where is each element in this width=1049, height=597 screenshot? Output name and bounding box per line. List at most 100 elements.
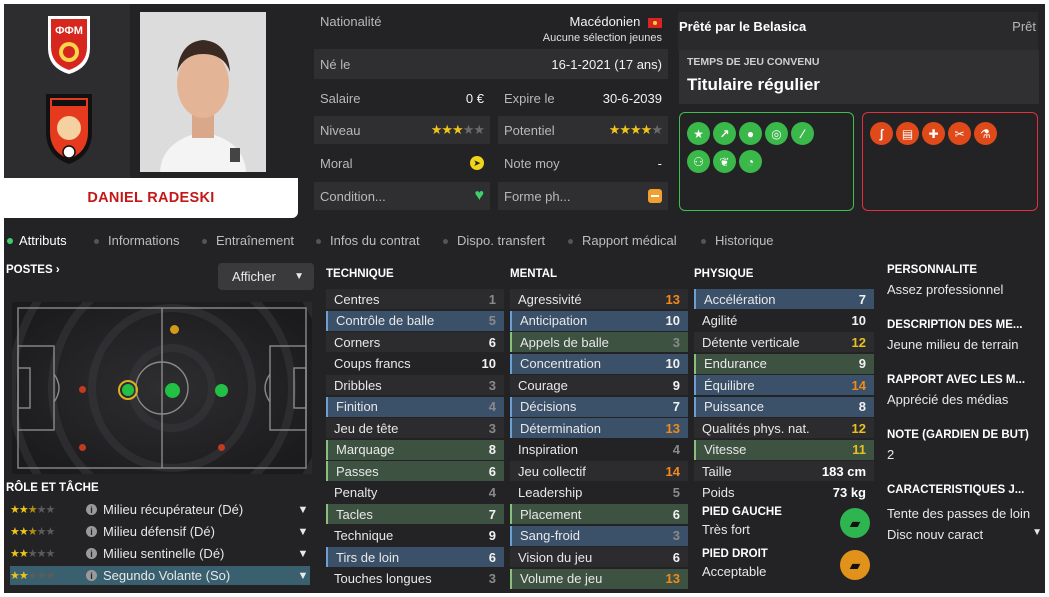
technique-attribute-row[interactable]: Marquage 8 bbox=[326, 439, 504, 460]
role-row[interactable]: ★★★★★ i Milieu récupérateur (Dé) ▼ bbox=[10, 500, 310, 519]
mental-attribute-row[interactable]: Volume de jeu 13 bbox=[510, 568, 688, 589]
leaves-icon[interactable]: ❦ bbox=[713, 150, 736, 173]
mental-attribute-row[interactable]: Détermination 13 bbox=[510, 418, 688, 438]
position-marker-mr[interactable] bbox=[79, 444, 86, 451]
pill-icon[interactable]: ⁄ bbox=[791, 122, 814, 145]
target-icon[interactable]: ◎ bbox=[765, 122, 788, 145]
loan-status: Prêt bbox=[1012, 19, 1036, 34]
mental-attribute-row[interactable]: Appels de balle 3 bbox=[510, 332, 688, 352]
mental-attribute-row[interactable]: Anticipation 10 bbox=[510, 310, 688, 331]
show-button[interactable]: Afficher ▼ bbox=[218, 263, 314, 290]
tab-entrainement[interactable]: Entraînement bbox=[216, 230, 294, 252]
mental-attribute-row[interactable]: Courage 9 bbox=[510, 375, 688, 395]
report-icon[interactable]: ▤ bbox=[896, 122, 919, 145]
mental-attribute-label: Anticipation bbox=[520, 313, 588, 328]
role-row[interactable]: ★★★★★ i Milieu défensif (Dé) ▼ bbox=[10, 522, 310, 541]
tab-contrat[interactable]: Infos du contrat bbox=[330, 230, 420, 252]
mental-attribute-row[interactable]: Inspiration 4 bbox=[510, 440, 688, 460]
technique-attribute-label: Tirs de loin bbox=[336, 549, 400, 565]
technique-attribute-row[interactable]: Finition 4 bbox=[326, 396, 504, 417]
tab-informations[interactable]: Informations bbox=[108, 230, 180, 252]
info-icon[interactable]: i bbox=[86, 570, 97, 581]
position-marker-ml[interactable] bbox=[79, 386, 86, 393]
tab-transfert[interactable]: Dispo. transfert bbox=[457, 230, 545, 252]
technique-attribute-row[interactable]: Coups francs 10 bbox=[326, 354, 504, 374]
technique-attribute-row[interactable]: Technique 9 bbox=[326, 526, 504, 546]
mental-attribute-row[interactable]: Placement 6 bbox=[510, 504, 688, 524]
tab-historique[interactable]: Historique bbox=[715, 230, 774, 252]
physique-attribute-row[interactable]: Puissance 8 bbox=[694, 396, 874, 417]
position-marker-am[interactable] bbox=[170, 325, 179, 334]
technique-attribute-row[interactable]: Tirs de loin 6 bbox=[326, 547, 504, 567]
physique-attribute-row[interactable]: Poids 73 kg bbox=[694, 483, 874, 503]
nation-badge[interactable]: ФФМ bbox=[42, 12, 96, 76]
physique-attribute-row[interactable]: Détente verticale 12 bbox=[694, 332, 874, 352]
moral-arrow-icon[interactable]: ➤ bbox=[470, 156, 484, 170]
technique-attribute-row[interactable]: Contrôle de balle 5 bbox=[326, 310, 504, 331]
loan-title[interactable]: Prêté par le Belasica bbox=[679, 19, 806, 34]
chevron-down-icon[interactable]: ▼ bbox=[1032, 527, 1042, 542]
technique-attribute-row[interactable]: Centres 1 bbox=[326, 289, 504, 309]
group-icon[interactable]: ⚇ bbox=[687, 150, 710, 173]
mental-attribute-row[interactable]: Jeu collectif 14 bbox=[510, 461, 688, 481]
role-row-selected[interactable]: ★★★★★ i Segundo Volante (So) ▼ bbox=[10, 566, 310, 585]
physique-attribute-label: Équilibre bbox=[704, 377, 755, 393]
nationality-value[interactable]: Macédonien bbox=[570, 14, 641, 29]
technique-attribute-row[interactable]: Passes 6 bbox=[326, 461, 504, 481]
salary-label: Salaire bbox=[320, 90, 361, 106]
mental-attribute-row[interactable]: Agressivité 13 bbox=[510, 289, 688, 309]
physique-attribute-value: 10 bbox=[851, 313, 866, 328]
info-icon[interactable]: i bbox=[86, 548, 97, 559]
technique-attribute-row[interactable]: Touches longues 3 bbox=[326, 569, 504, 589]
mental-attribute-row[interactable]: Leadership 5 bbox=[510, 483, 688, 503]
chevron-down-icon[interactable]: ▼ bbox=[296, 548, 310, 560]
technique-attribute-row[interactable]: Penalty 4 bbox=[326, 483, 504, 503]
chevron-down-icon[interactable]: ▼ bbox=[296, 526, 310, 538]
salary-row: Salaire 0 € bbox=[314, 84, 490, 112]
physique-attribute-row[interactable]: Accélération 7 bbox=[694, 289, 874, 309]
mental-attribute-row[interactable]: Concentration 10 bbox=[510, 353, 688, 374]
position-marker-cm2[interactable] bbox=[215, 384, 228, 397]
technique-attribute-label: Contrôle de balle bbox=[336, 313, 435, 328]
chevron-down-icon[interactable]: ▼ bbox=[296, 504, 310, 516]
technique-attribute-row[interactable]: Corners 6 bbox=[326, 332, 504, 352]
minus-icon[interactable] bbox=[648, 189, 662, 203]
mental-attribute-row[interactable]: Sang-froid 3 bbox=[510, 525, 688, 546]
info-icon[interactable]: i bbox=[86, 526, 97, 537]
physique-attribute-row[interactable]: Qualités phys. nat. 12 bbox=[694, 418, 874, 438]
heart-icon[interactable]: ♥ bbox=[475, 187, 485, 205]
physique-attribute-row[interactable]: Agilité 10 bbox=[694, 311, 874, 331]
positions-title[interactable]: POSTES › bbox=[6, 264, 60, 276]
scissors-icon[interactable]: ✂ bbox=[948, 122, 971, 145]
trend-icon[interactable]: ↗ bbox=[713, 122, 736, 145]
tab-attributs[interactable]: Attributs bbox=[19, 230, 67, 252]
chart-icon[interactable]: ◔ bbox=[739, 150, 762, 173]
technique-attribute-row[interactable]: Dribbles 3 bbox=[326, 375, 504, 395]
technique-attribute-row[interactable]: Tacles 7 bbox=[326, 504, 504, 524]
physique-attribute-row[interactable]: Vitesse 11 bbox=[694, 439, 874, 460]
mental-attribute-row[interactable]: Décisions 7 bbox=[510, 396, 688, 417]
position-marker-dr[interactable] bbox=[218, 444, 225, 451]
mental-attribute-row[interactable]: Vision du jeu 6 bbox=[510, 547, 688, 567]
physique-attribute-row[interactable]: Taille 183 cm bbox=[694, 461, 874, 481]
physique-attribute-row[interactable]: Endurance 9 bbox=[694, 353, 874, 374]
role-row[interactable]: ★★★★★ i Milieu sentinelle (Dé) ▼ bbox=[10, 544, 310, 563]
technique-attribute-label: Coups francs bbox=[334, 356, 411, 371]
traits-block: CARACTÉRISTIQUES J... Tente des passes d… bbox=[887, 484, 1042, 542]
star-icon[interactable]: ★ bbox=[687, 122, 710, 145]
right-foot: PIED DROIT Acceptable ▰ bbox=[694, 545, 874, 585]
head-icon[interactable]: ● bbox=[739, 122, 762, 145]
technique-attribute-label: Dribbles bbox=[334, 377, 382, 393]
position-marker-cm[interactable] bbox=[165, 383, 180, 398]
technique-attribute-row[interactable]: Jeu de tête 3 bbox=[326, 418, 504, 438]
stethoscope-icon[interactable]: ʃ bbox=[870, 122, 893, 145]
mental-attribute-value: 14 bbox=[665, 463, 680, 479]
flask-icon[interactable]: ⚗ bbox=[974, 122, 997, 145]
club-badge[interactable] bbox=[40, 88, 98, 166]
info-icon[interactable]: i bbox=[86, 504, 97, 515]
technique-attribute-label: Finition bbox=[336, 399, 378, 414]
chevron-down-icon[interactable]: ▼ bbox=[296, 570, 310, 582]
cross-icon[interactable]: ✚ bbox=[922, 122, 945, 145]
physique-attribute-row[interactable]: Équilibre 14 bbox=[694, 375, 874, 395]
tab-medical[interactable]: Rapport médical bbox=[582, 230, 677, 252]
